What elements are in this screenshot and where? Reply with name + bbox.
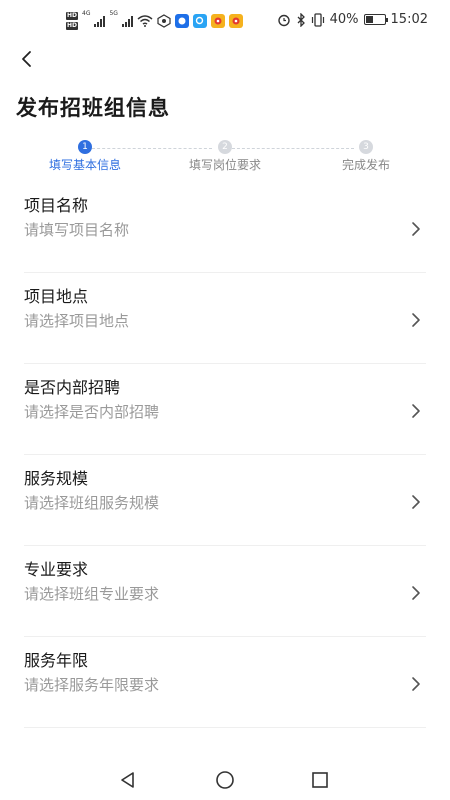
hd-badge-1: HD [66,12,79,20]
step-3-label: 完成发布 [341,158,390,172]
specialty-select[interactable]: 请选择班组专业要求 [24,583,159,604]
chevron-right-icon [412,586,420,600]
step-2: 2 填写岗位要求 [165,140,285,173]
chevron-right-icon [412,222,420,236]
form-label: 是否内部招聘 [24,378,121,397]
app-notification-icon-3 [192,14,207,28]
page-title: 发布招班组信息 [16,96,170,120]
form-row-project-location[interactable]: 项目地点 请选择项目地点 [24,273,426,364]
internal-recruit-select[interactable]: 请选择是否内部招聘 [24,401,159,422]
form-row-project-name[interactable]: 项目名称 请填写项目名称 [24,182,426,273]
app-notification-icon-2 [174,14,189,28]
battery-icon [363,14,388,25]
status-bar-left: HD HD 4G 5G [66,10,243,30]
chevron-right-icon [412,495,420,509]
chevron-left-icon [22,51,31,67]
chevron-right-icon [412,677,420,691]
nav-recent-button[interactable] [308,768,332,792]
nav-back-button[interactable] [116,768,140,792]
app-notification-icon-5 [228,14,243,28]
status-time: 15:02 [390,12,428,27]
wifi-icon [137,15,153,27]
chevron-right-icon [412,313,420,327]
battery-percent: 40% [329,12,359,27]
project-name-field[interactable]: 请填写项目名称 [24,219,129,240]
form-row-service-scale[interactable]: 服务规模 请选择班组服务规模 [24,455,426,546]
hd-badge-2: HD [66,22,79,30]
network-type-1: 4G [82,10,91,17]
circle-home-icon [216,771,234,789]
system-nav-bar [0,760,450,800]
step-3: 3 完成发布 [306,140,426,173]
hd-indicators: HD HD [66,12,79,30]
service-scale-select[interactable]: 请选择班组服务规模 [24,492,159,513]
vibrate-icon [311,12,324,27]
step-2-dot: 2 [218,140,232,154]
signal-2-icon [121,15,133,27]
bluetooth-icon [297,12,305,27]
form-label: 项目地点 [24,287,89,306]
form-row-internal-recruit[interactable]: 是否内部招聘 请选择是否内部招聘 [24,364,426,455]
network-type-2: 5G [109,10,118,17]
step-1-label: 填写基本信息 [48,158,121,172]
alarm-icon [277,14,290,26]
nav-home-button[interactable] [213,768,237,792]
form-row-service-years[interactable]: 服务年限 请选择服务年限要求 [24,637,426,728]
step-1: 1 填写基本信息 [25,140,145,173]
progress-steps: 1 填写基本信息 2 填写岗位要求 3 完成发布 [0,140,450,173]
form-label: 项目名称 [24,196,89,215]
service-years-select[interactable]: 请选择服务年限要求 [24,674,159,695]
form-row-specialty[interactable]: 专业要求 请选择班组专业要求 [24,546,426,637]
back-button[interactable] [14,46,38,72]
form-label: 专业要求 [24,560,89,579]
step-2-label: 填写岗位要求 [188,158,261,172]
app-notification-icon-4 [210,14,225,28]
step-3-dot: 3 [359,140,373,154]
project-location-select[interactable]: 请选择项目地点 [24,310,129,331]
triangle-back-icon [121,772,134,788]
step-1-dot: 1 [78,140,92,154]
square-recent-icon [312,772,328,788]
form-list: 项目名称 请填写项目名称 项目地点 请选择项目地点 是否内部招聘 请选择是否内部… [0,182,450,728]
form-label: 服务年限 [24,651,89,670]
signal-1-icon [94,15,106,27]
app-notification-icon-1 [157,14,171,28]
form-label: 服务规模 [24,469,89,488]
chevron-right-icon [412,404,420,418]
status-bar: HD HD 4G 5G 40% 15:02 [0,0,450,44]
status-bar-right: 40% 15:02 [277,12,428,27]
